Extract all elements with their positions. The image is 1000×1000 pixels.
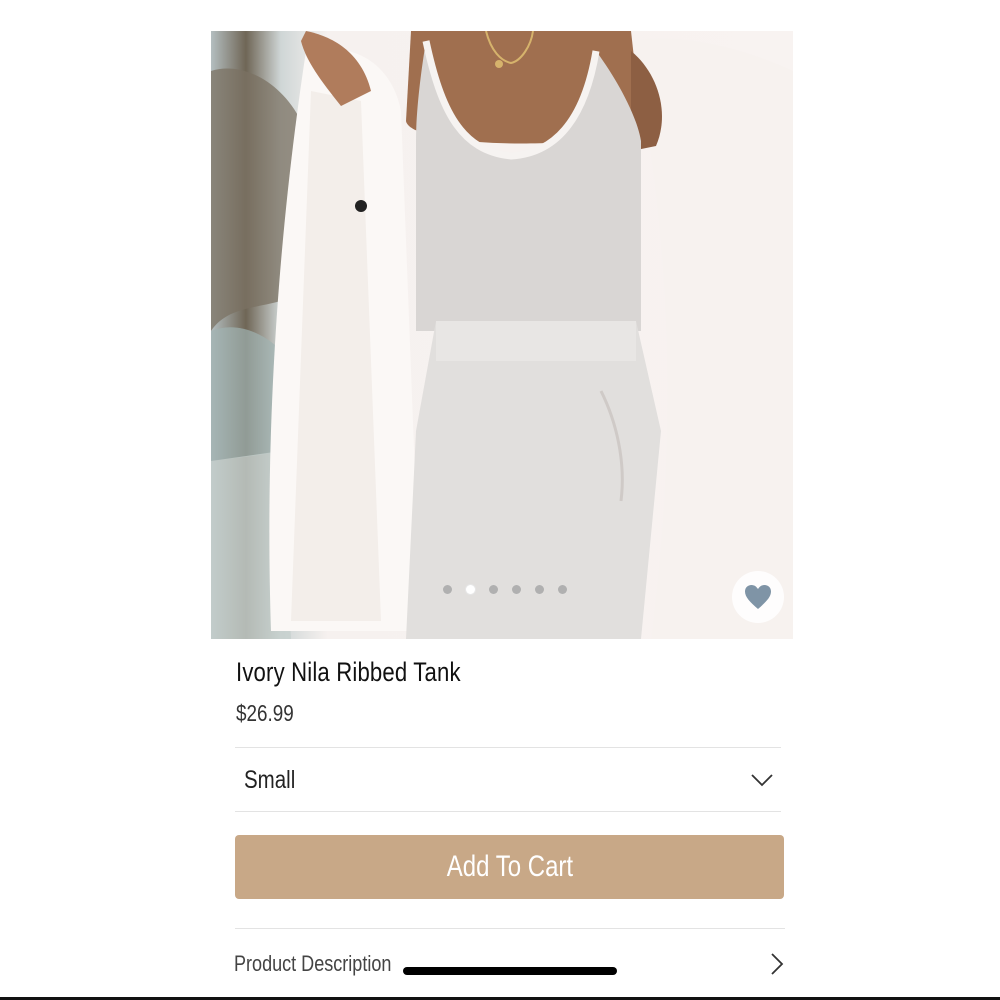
divider	[235, 747, 781, 748]
favorite-button[interactable]	[732, 571, 784, 623]
carousel-dot[interactable]	[443, 585, 452, 594]
chevron-down-icon	[751, 774, 773, 787]
carousel-dot[interactable]	[558, 585, 567, 594]
divider	[235, 928, 785, 929]
product-title: Ivory Nila Ribbed Tank	[236, 657, 461, 687]
add-to-cart-button[interactable]: Add To Cart	[235, 835, 784, 899]
carousel-dot[interactable]	[535, 585, 544, 594]
divider	[235, 811, 781, 812]
size-select[interactable]: Small	[235, 749, 781, 811]
size-selected-value: Small	[244, 765, 296, 794]
carousel-dots	[443, 585, 567, 594]
carousel-dot[interactable]	[512, 585, 521, 594]
product-description-row[interactable]: Product Description	[234, 932, 784, 996]
product-photo-art	[211, 31, 793, 639]
product-image[interactable]	[211, 31, 793, 639]
home-indicator	[403, 967, 617, 975]
carousel-dot-active[interactable]	[466, 585, 475, 594]
add-to-cart-label: Add To Cart	[446, 850, 573, 883]
product-description-label: Product Description	[234, 951, 392, 976]
heart-icon	[745, 585, 771, 609]
chevron-right-icon	[771, 953, 784, 975]
carousel-dot[interactable]	[489, 585, 498, 594]
product-price: $26.99	[236, 700, 294, 726]
